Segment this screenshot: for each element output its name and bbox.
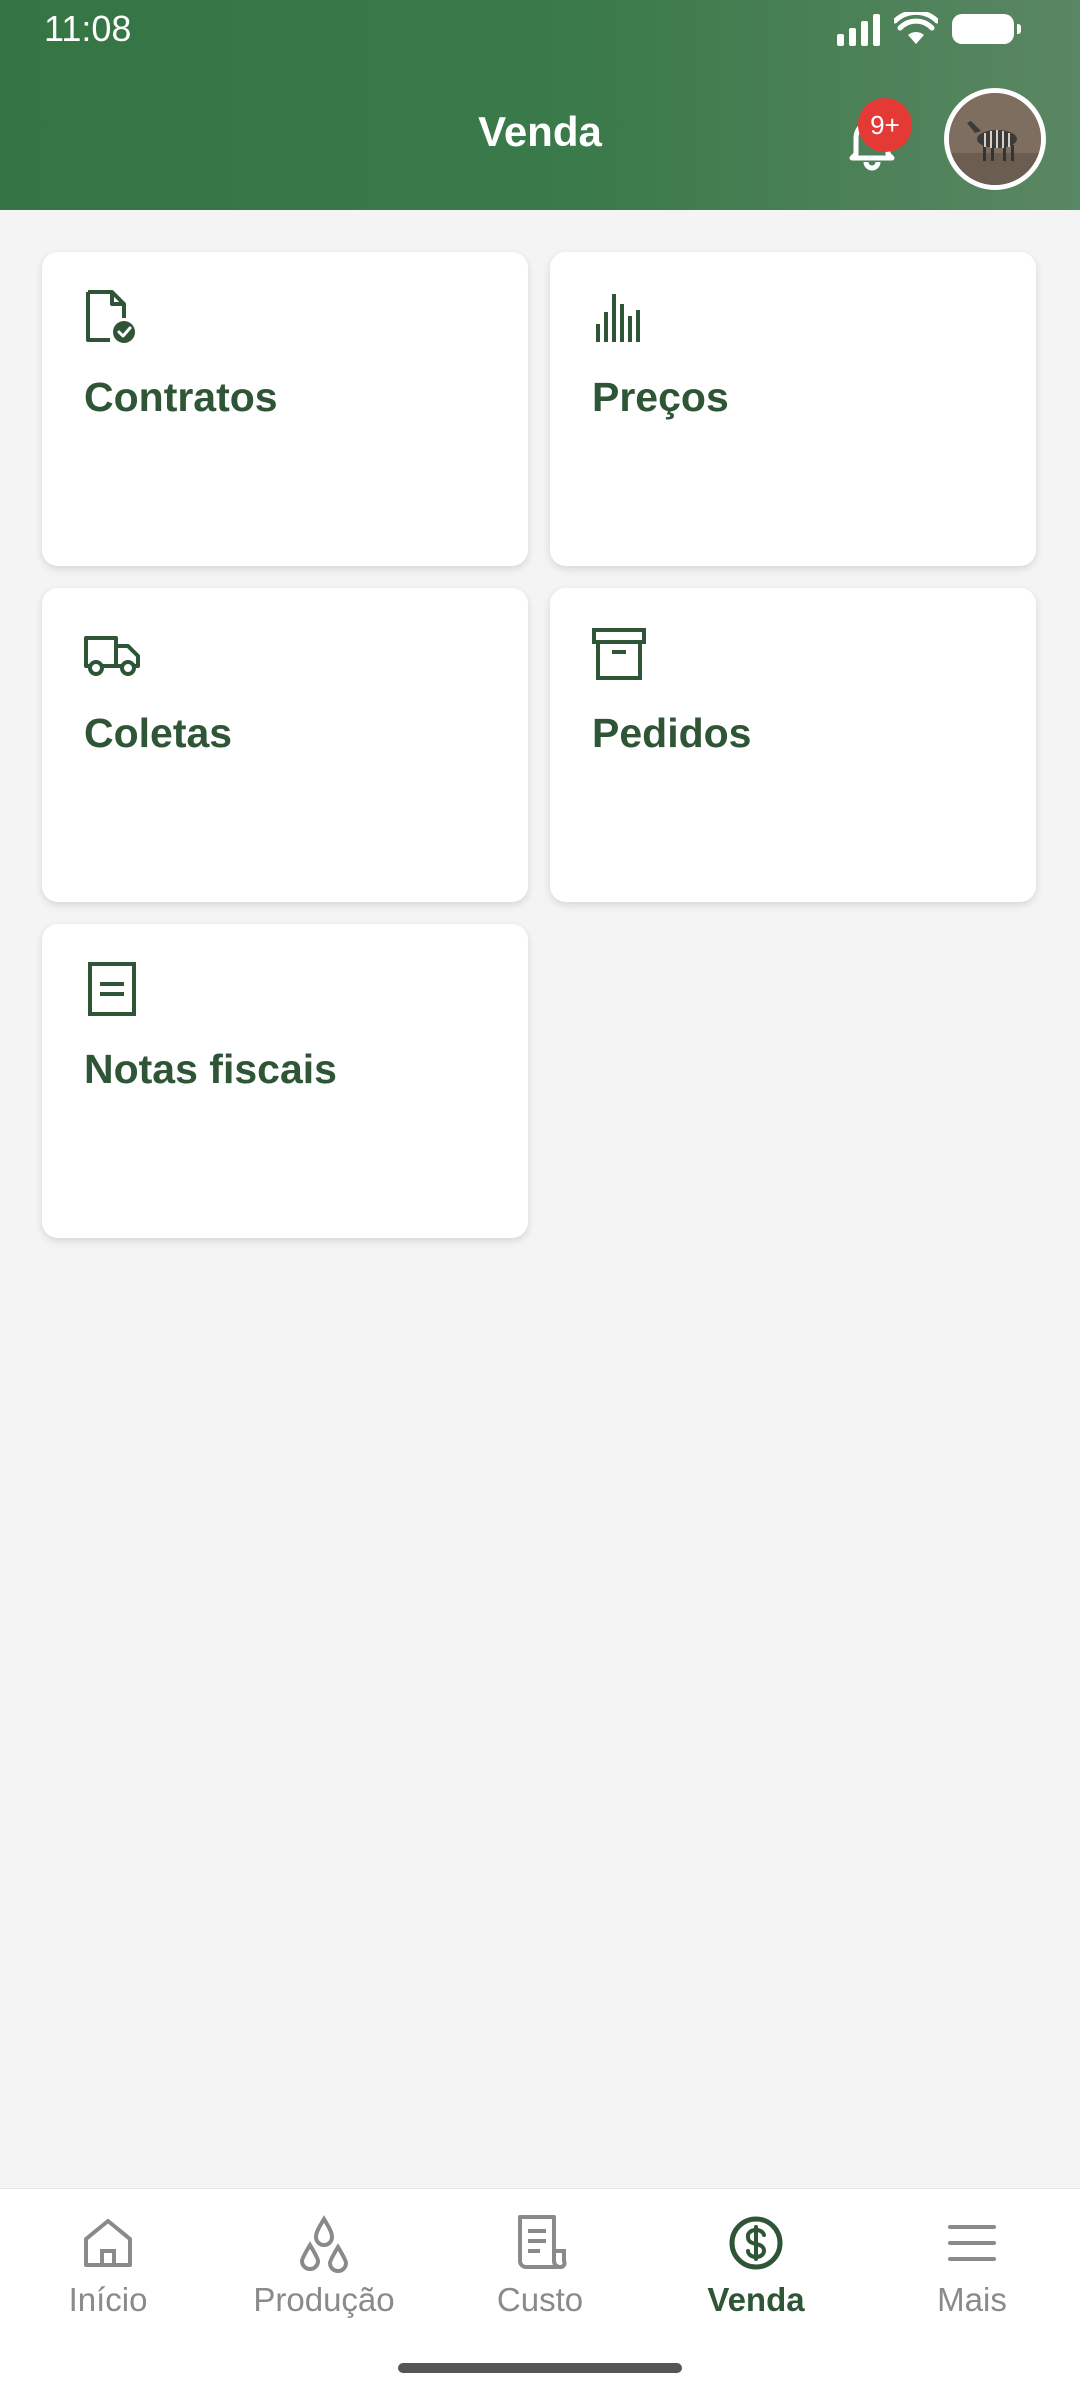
drops-icon <box>299 2215 349 2273</box>
dollar-circle-icon <box>729 2216 783 2270</box>
card-coletas[interactable]: Coletas <box>42 588 528 902</box>
zebra-avatar-image <box>949 93 1041 185</box>
home-indicator[interactable] <box>398 2363 682 2373</box>
card-label: Notas fiscais <box>84 1046 337 1092</box>
nav-item-mais[interactable]: Mais <box>864 2213 1080 2319</box>
card-notas-fiscais[interactable]: Notas fiscais <box>42 924 528 1238</box>
home-icon <box>84 2219 132 2267</box>
status-icons <box>837 12 1021 46</box>
menu-icon <box>948 2225 996 2261</box>
signal-icon <box>837 12 880 46</box>
nav-label: Produção <box>253 2281 395 2318</box>
card-label: Coletas <box>84 710 233 756</box>
nav-label: Mais <box>937 2281 1007 2318</box>
nav-label: Custo <box>496 2281 584 2318</box>
app-header: 11:08 Venda 9+ <box>0 0 1080 210</box>
nav-item-inicio[interactable]: Início <box>0 2213 216 2319</box>
status-time: 11:08 <box>44 8 132 49</box>
invoice-document-icon <box>88 962 136 1016</box>
battery-icon <box>952 14 1021 44</box>
nav-item-producao[interactable]: Produção <box>216 2213 432 2319</box>
avatar[interactable] <box>944 88 1046 190</box>
card-pedidos[interactable]: Pedidos <box>550 588 1036 902</box>
truck-icon <box>84 636 140 676</box>
wifi-icon <box>894 12 938 44</box>
page-title: Venda <box>478 108 602 155</box>
archive-box-icon <box>592 628 646 680</box>
card-label: Contratos <box>84 374 278 420</box>
notification-badge: 9+ <box>858 98 912 152</box>
nav-item-custo[interactable]: Custo <box>432 2213 648 2319</box>
card-contratos[interactable]: Contratos <box>42 252 528 566</box>
card-label: Preços <box>592 374 729 420</box>
card-label: Pedidos <box>592 710 752 756</box>
receipt-icon <box>518 2215 567 2269</box>
nav-label: Início <box>68 2281 148 2318</box>
nav-label: Venda <box>707 2281 805 2318</box>
bar-chart-icon <box>596 294 640 342</box>
nav-item-venda[interactable]: Venda <box>648 2213 864 2319</box>
card-precos[interactable]: Preços <box>550 252 1036 566</box>
contract-document-icon <box>86 290 135 343</box>
